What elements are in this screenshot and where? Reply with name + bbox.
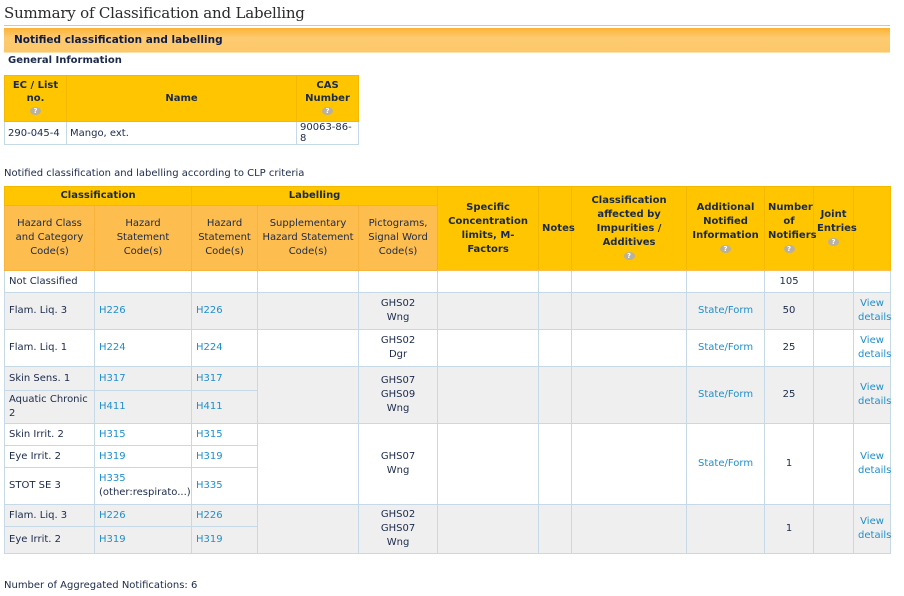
- hazard-statement-link[interactable]: H411: [196, 401, 223, 412]
- help-icon[interactable]: ?: [623, 251, 635, 260]
- hazard-statement-link[interactable]: H317: [196, 373, 223, 384]
- header-additional-info: Additional Notified Information?: [686, 186, 766, 271]
- hazard-class: STOT SE 3: [4, 467, 95, 505]
- hazard-statement-link[interactable]: H226: [99, 510, 126, 521]
- clp-table: Classification Labelling Specific Concen…: [3, 186, 892, 554]
- header-classification: Classification: [3, 186, 193, 206]
- general-information-table: EC / List no.? Name CAS Number? 290-045-…: [4, 75, 359, 145]
- header-labelling: Labelling: [191, 186, 439, 206]
- hazard-statement-link[interactable]: H315: [196, 429, 223, 440]
- number-of-notifiers: 1: [764, 423, 815, 505]
- hazard-statement-link[interactable]: H315: [99, 429, 126, 440]
- table-row: Flam. Liq. 3 H226 H226 GHS02 GHS07 Wng 1 V…: [4, 504, 891, 554]
- hazard-statement-link[interactable]: H319: [99, 451, 126, 462]
- help-icon[interactable]: ?: [720, 244, 732, 253]
- view-details-link[interactable]: View details: [858, 382, 891, 407]
- aggregated-notifications-count: Number of Aggregated Notifications: 6: [4, 580, 198, 591]
- table-row: Not Classified 105: [4, 270, 892, 293]
- help-icon[interactable]: ?: [30, 107, 41, 115]
- view-details-link[interactable]: View details: [858, 335, 891, 360]
- hazard-statement-link[interactable]: H317: [99, 373, 126, 384]
- header-hazard-statement-label: Hazard Statement Code(s): [191, 205, 259, 271]
- number-of-notifiers: 50: [764, 292, 815, 330]
- hazard-statement-link[interactable]: H319: [196, 534, 223, 545]
- clp-caption: Notified classification and labelling ac…: [4, 168, 305, 179]
- hazard-statement-link[interactable]: H335: [196, 480, 223, 491]
- hazard-class: Not Classified: [4, 270, 95, 293]
- view-details-link[interactable]: View details: [858, 451, 891, 476]
- number-of-notifiers: 105: [764, 270, 815, 293]
- number-of-notifiers: 25: [764, 329, 815, 367]
- table-row: Flam. Liq. 3 H226 H226 GHS02 Wng State/Fo…: [4, 292, 891, 330]
- state-form-link[interactable]: State/Form: [698, 342, 753, 353]
- pictograms: GHS02 Dgr: [358, 329, 439, 367]
- header-number-of-notifiers: Number of Notifiers?: [764, 186, 817, 271]
- header-hazard-class: Hazard Class and Category Code(s): [4, 205, 95, 271]
- hazard-statement-link[interactable]: H335: [99, 473, 126, 484]
- number-of-notifiers: 1: [764, 504, 815, 554]
- pictograms: GHS07 GHS09 Wng: [358, 366, 439, 424]
- header-notes: Notes: [538, 186, 575, 271]
- hazard-class: Aquatic Chronic 2: [4, 390, 95, 424]
- hazard-class: Skin Irrit. 2: [4, 423, 95, 446]
- hazard-statement-link[interactable]: H411: [99, 401, 126, 412]
- hazard-statement-link[interactable]: H226: [99, 305, 126, 316]
- pictograms: GHS07 Wng: [358, 423, 439, 505]
- table-row: Flam. Liq. 1 H224 H224 GHS02 Dgr State/Fo…: [4, 329, 891, 367]
- hazard-class: Flam. Liq. 3: [4, 504, 95, 527]
- pictograms: GHS02 Wng: [358, 292, 439, 330]
- hazard-class: Flam. Liq. 1: [4, 329, 95, 367]
- hazard-statement-link[interactable]: H319: [99, 534, 126, 545]
- view-details-link[interactable]: View details: [858, 298, 891, 323]
- hazard-class: Eye Irrit. 2: [4, 526, 95, 554]
- help-icon[interactable]: ?: [322, 107, 333, 115]
- hazard-statement-link[interactable]: H226: [196, 510, 223, 521]
- substance-name: Mango, ext.: [66, 121, 297, 145]
- help-icon[interactable]: ?: [783, 244, 795, 253]
- page-title: Summary of Classification and Labelling: [4, 4, 890, 26]
- hazard-class: Eye Irrit. 2: [4, 445, 95, 468]
- general-information-heading: General Information: [8, 55, 122, 66]
- section-title: Notified classification and labelling: [14, 34, 223, 46]
- view-details-link[interactable]: View details: [858, 516, 891, 541]
- table-row: Skin Sens. 1 H317 H317 GHS07 GHS09 Wng Sta…: [4, 366, 891, 424]
- hazard-class: Skin Sens. 1: [4, 366, 95, 391]
- state-form-link[interactable]: State/Form: [698, 389, 753, 400]
- header-actions: [853, 186, 892, 271]
- hazard-statement-link[interactable]: H224: [196, 342, 223, 353]
- header-ec-list-no: EC / List no.?: [4, 75, 67, 122]
- header-name: Name: [66, 75, 297, 122]
- state-form-link[interactable]: State/Form: [698, 458, 753, 469]
- number-of-notifiers: 25: [764, 366, 815, 424]
- hazard-statement-link[interactable]: H226: [196, 305, 223, 316]
- table-row: Skin Irrit. 2 H315 H315 GHS07 Wng State/F…: [4, 423, 891, 505]
- header-pictograms: Pictograms, Signal Word Code(s): [358, 205, 439, 271]
- hazard-statement-note: (other:respirato...): [99, 487, 191, 498]
- header-impurities: Classification affected by Impurities / …: [571, 186, 688, 271]
- state-form-link[interactable]: State/Form: [698, 305, 753, 316]
- header-hazard-statement-class: Hazard Statement Code(s): [93, 205, 193, 271]
- hazard-statement-link[interactable]: H319: [196, 451, 223, 462]
- hazard-statement-link[interactable]: H224: [99, 342, 126, 353]
- header-cas-number: CAS Number?: [296, 75, 359, 122]
- header-joint-entries: Joint Entries?: [813, 186, 857, 271]
- header-scl: Specific Concentration limits, M-Factors: [437, 186, 540, 271]
- section-header: Notified classification and labelling: [4, 28, 890, 53]
- cas-number: 90063-86-8: [296, 121, 359, 145]
- pictograms: GHS02 GHS07 Wng: [358, 504, 439, 554]
- help-icon[interactable]: ?: [828, 237, 840, 246]
- header-supplementary: Supplementary Hazard Statement Code(s): [257, 205, 360, 271]
- ec-number: 290-045-4: [4, 121, 67, 145]
- hazard-class: Flam. Liq. 3: [4, 292, 95, 330]
